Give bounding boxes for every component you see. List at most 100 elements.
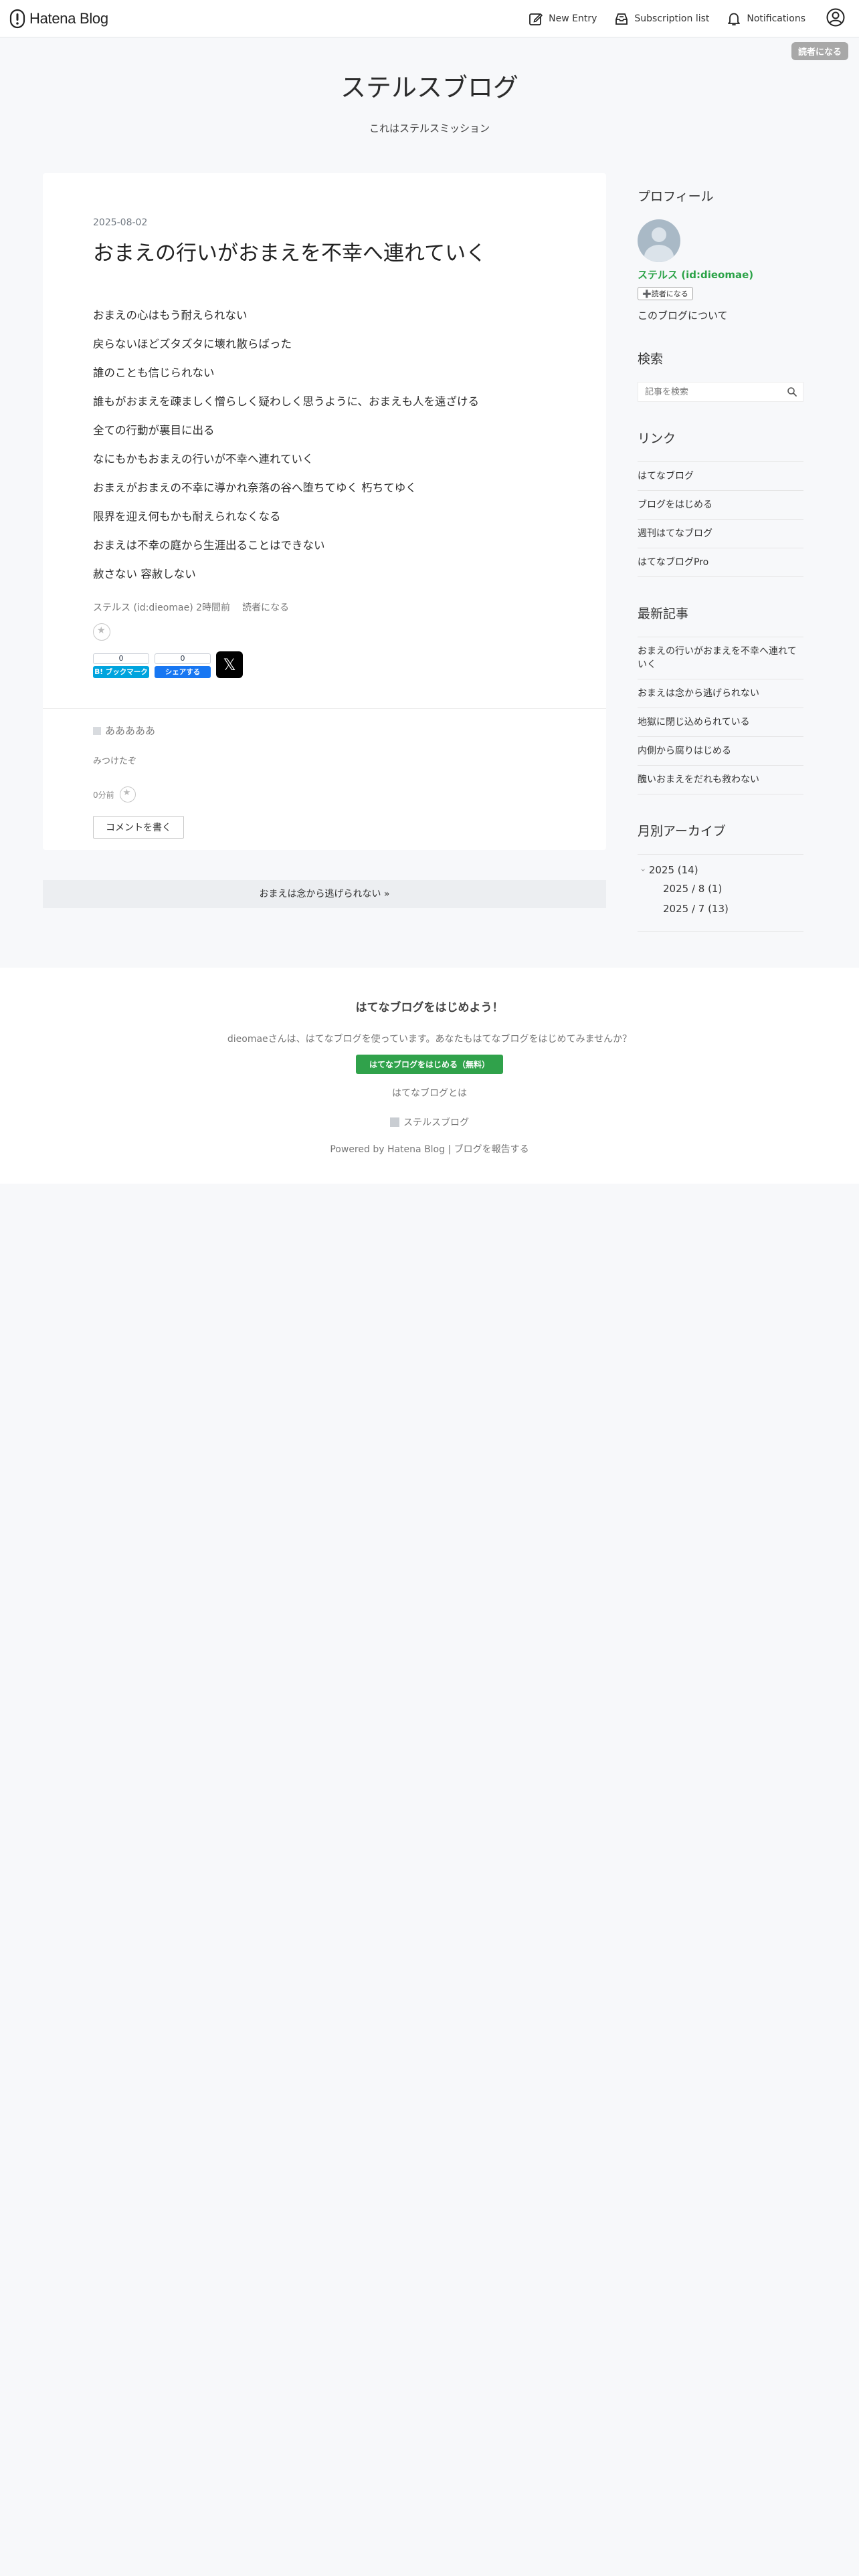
- entry-paragraph: おまえの心はもう耐えられない: [93, 309, 248, 322]
- comments-section: あああああ みつけたぞ 0分前 コメントを書く: [43, 708, 606, 839]
- top-navigation-bar: Hatena Blog New Entry Subscription list …: [0, 0, 859, 37]
- entry-subscribe-link[interactable]: 読者になる: [242, 603, 289, 613]
- recent-entry[interactable]: 内側から腐りはじめる: [638, 737, 803, 766]
- recent-entries-title: 最新記事: [638, 607, 689, 621]
- footer-separator: |: [445, 1144, 454, 1155]
- hatena-bookmark-label: B! ブックマーク: [93, 666, 149, 679]
- chevron-down-icon[interactable]: ›: [638, 869, 648, 872]
- new-entry-button[interactable]: New Entry: [529, 11, 597, 26]
- entry-paragraph: 赦さない 容赦しない: [93, 568, 196, 581]
- facebook-share-count: 0: [155, 653, 211, 665]
- next-entry-link[interactable]: おまえは念から逃げられない »: [43, 880, 606, 908]
- entry-time-link[interactable]: 2時間前: [196, 603, 230, 613]
- links-title: リンク: [638, 431, 676, 446]
- top-nav: New Entry Subscription list Notification…: [511, 0, 846, 37]
- entry-paragraph: おまえがおまえの不幸に導かれ奈落の谷へ堕ちてゆく 朽ちてゆく: [93, 481, 417, 495]
- sidebar: プロフィール ステルス (id:dieomae) ➕読者になる このブログについ…: [638, 173, 803, 958]
- entry-footer: ステルス (id:dieomae) 2時間前 読者になる: [93, 601, 561, 614]
- about-hatena-blog-link[interactable]: はてなブログとは: [0, 1086, 859, 1099]
- logo-text: Hatena Blog: [29, 10, 108, 27]
- about-blog-link[interactable]: このブログについて: [638, 308, 803, 322]
- hatena-bookmark-button[interactable]: 0 B! ブックマーク: [93, 653, 149, 679]
- facebook-share-button[interactable]: 0 シェアする: [155, 653, 211, 679]
- hatena-blog-logo[interactable]: Hatena Blog: [9, 8, 108, 29]
- entry-paragraph: 限界を迎え何もかも耐えられなくなる: [93, 510, 281, 524]
- entry-paragraph: 戻らないほどズタズタに壊れ散らばった: [93, 338, 292, 351]
- link-hatena-pro[interactable]: はてなブログPro: [638, 548, 803, 577]
- new-entry-label: New Entry: [549, 13, 597, 24]
- entry-title[interactable]: おまえの行いがおまえを不幸へ連れていく: [93, 240, 561, 267]
- entry-date[interactable]: 2025-08-02: [93, 217, 561, 228]
- facebook-share-label: シェアする: [155, 666, 211, 679]
- comment: あああああ みつけたぞ 0分前 コメントを書く: [93, 724, 184, 839]
- notifications-label: Notifications: [747, 13, 805, 24]
- recent-entry[interactable]: 地獄に閉じ込められている: [638, 708, 803, 737]
- recent-entry[interactable]: おまえは念から逃げられない: [638, 679, 803, 708]
- blog-title[interactable]: ステルスブログ: [0, 67, 859, 104]
- search-input[interactable]: [644, 386, 773, 398]
- profile-name[interactable]: ステルス (id:dieomae): [638, 267, 803, 282]
- entry-paragraph: 誰もがおまえを疎ましく憎らしく疑わしく思うように、おまえも人を遠ざける: [93, 395, 480, 409]
- comment-time[interactable]: 0分前: [93, 789, 114, 800]
- powered-by-link[interactable]: Powered by Hatena Blog: [330, 1144, 445, 1155]
- link-weekly-hatena[interactable]: 週刊はてなブログ: [638, 520, 803, 548]
- links-module: リンク はてなブログ ブログをはじめる 週刊はてなブログ はてなブログPro: [638, 429, 803, 577]
- link-hatena-blog[interactable]: はてなブログ: [638, 462, 803, 491]
- search-title: 検索: [638, 352, 664, 366]
- search-module: 検索: [638, 349, 803, 402]
- user-account-icon[interactable]: [826, 7, 846, 30]
- x-logo-icon: 𝕏: [223, 655, 236, 675]
- bell-icon: [728, 13, 741, 25]
- comment-meta: 0分前: [93, 786, 184, 802]
- comment-author: あああああ: [93, 724, 184, 738]
- entry-paragraph: なにもかもおまえの行いが不幸へ連れていく: [93, 453, 314, 466]
- footer-blog-link[interactable]: ステルスブログ: [0, 1115, 859, 1129]
- entry-paragraph: おまえは不幸の庭から生涯出ることはできない: [93, 539, 325, 552]
- archive-title: 月別アーカイブ: [638, 824, 726, 839]
- archive-year-label: 2025 (14): [648, 864, 698, 876]
- link-start-blog[interactable]: ブログをはじめる: [638, 491, 803, 520]
- entry-body: おまえの心はもう耐えられない 戻らないほどズタズタに壊れ散らばった 誰のことも信…: [93, 310, 561, 580]
- archive-month[interactable]: 2025 / 8 (1): [663, 883, 803, 895]
- report-blog-link[interactable]: ブログを報告する: [454, 1144, 529, 1155]
- archive-month[interactable]: 2025 / 7 (13): [663, 903, 803, 915]
- pencil-icon: [529, 13, 543, 25]
- footer: はてなブログをはじめよう！ dieomaeさんは、はてなブログを使っています。あ…: [0, 968, 859, 1184]
- add-star-icon[interactable]: [93, 623, 110, 641]
- hatena-bookmark-count: 0: [93, 653, 149, 665]
- archive-year-2025[interactable]: › 2025 (14): [638, 864, 803, 876]
- comment-author-name: あああああ: [105, 725, 156, 737]
- archive-module: 月別アーカイブ › 2025 (14) 2025 / 8 (1) 2025 / 7…: [638, 821, 803, 932]
- x-share-button[interactable]: 𝕏: [216, 651, 243, 679]
- profile-avatar[interactable]: [638, 219, 680, 262]
- entry-paragraph: 誰のことも信じられない: [93, 366, 215, 380]
- entry-paragraph: 全ての行動が裏目に出る: [93, 424, 215, 437]
- follow-button-top[interactable]: 読者になる: [791, 42, 848, 60]
- search-icon[interactable]: [787, 387, 797, 397]
- footer-message: dieomaeさんは、はてなブログを使っています。あなたもはてなブログをはじめて…: [227, 1034, 632, 1045]
- blog-description: これはステルスミッション: [369, 122, 490, 134]
- comment-author-avatar: [93, 727, 101, 735]
- inbox-icon: [615, 13, 628, 25]
- recent-entries-module: 最新記事 おまえの行いがおまえを不幸へ連れていく おまえは念から逃げられない 地…: [638, 604, 803, 794]
- hatena-logo-icon: [9, 9, 25, 29]
- search-box: [638, 382, 803, 402]
- subscription-list-button[interactable]: Subscription list: [614, 11, 709, 26]
- footer-title: はてなブログをはじめよう！: [355, 1001, 504, 1014]
- profile-title: プロフィール: [638, 189, 714, 204]
- write-comment-button[interactable]: コメントを書く: [93, 816, 184, 839]
- profile-follow-button[interactable]: ➕読者になる: [638, 287, 693, 300]
- user-circle-icon: [826, 8, 845, 27]
- share-buttons: 0 B! ブックマーク 0 シェアする 𝕏: [93, 651, 561, 679]
- notifications-button[interactable]: Notifications: [727, 11, 805, 26]
- links-list: はてなブログ ブログをはじめる 週刊はてなブログ はてなブログPro: [638, 461, 803, 577]
- start-blog-button[interactable]: はてなブログをはじめる（無料）: [355, 1055, 503, 1074]
- recent-entry[interactable]: おまえの行いがおまえを不幸へ連れていく: [638, 637, 803, 679]
- comment-add-star-icon[interactable]: [119, 786, 136, 802]
- recent-entry[interactable]: 醜いおまえをだれも救わない: [638, 766, 803, 794]
- footer-powered: Powered by Hatena Blog | ブログを報告する: [0, 1142, 859, 1156]
- entry: 2025-08-02 おまえの行いがおまえを不幸へ連れていく おまえの心はもう耐…: [93, 217, 561, 679]
- entry-author-link[interactable]: ステルス (id:dieomae): [93, 603, 193, 613]
- recent-entries-list: おまえの行いがおまえを不幸へ連れていく おまえは念から逃げられない 地獄に閉じ込…: [638, 637, 803, 794]
- subscription-list-label: Subscription list: [634, 13, 710, 24]
